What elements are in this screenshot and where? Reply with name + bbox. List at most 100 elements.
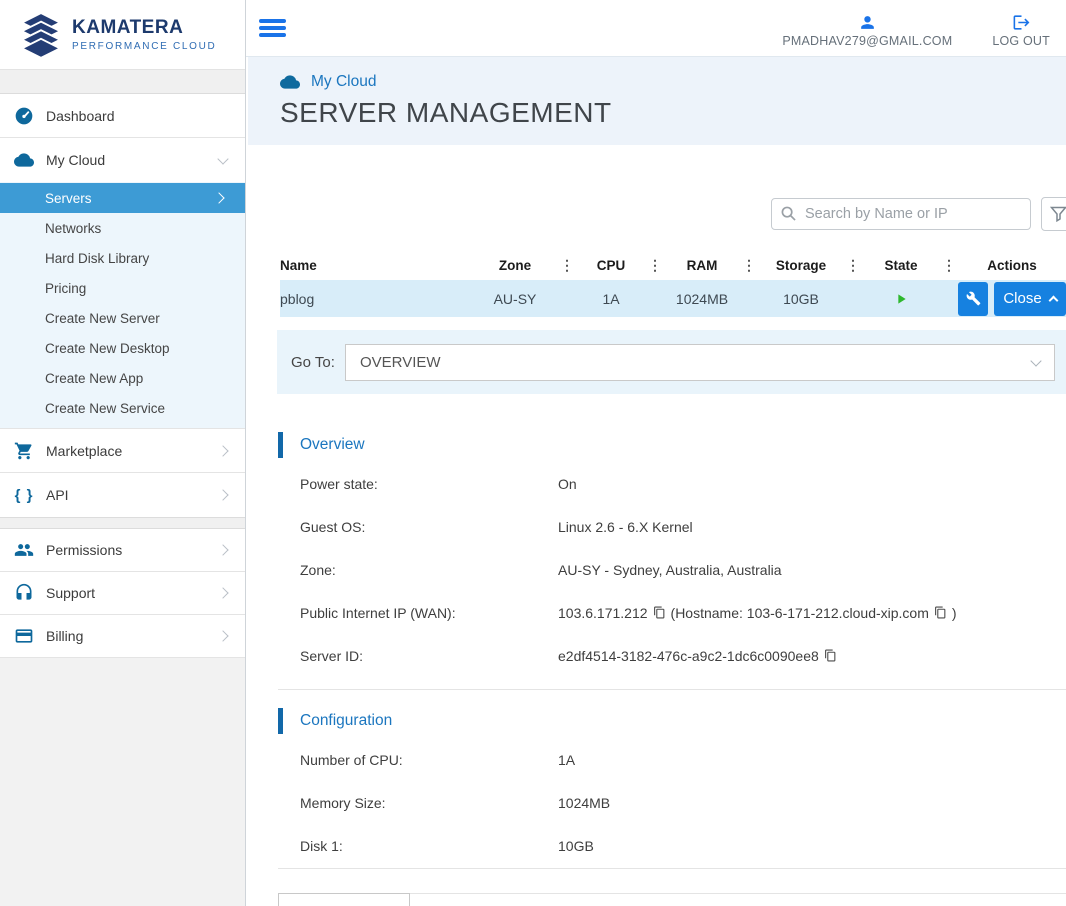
sidebar: KAMATERA PERFORMANCE CLOUD Dashboard My … — [0, 0, 246, 906]
configuration-row: Disk 1: 10GB — [300, 837, 594, 854]
storage-column-menu-icon[interactable]: ⋮ — [846, 258, 860, 272]
copy-hostname-icon[interactable] — [934, 606, 947, 619]
filter-button[interactable] — [1041, 197, 1066, 231]
user-account-button[interactable]: PMADHAV279@GMAIL.COM — [782, 8, 952, 48]
close-details-button[interactable]: Close — [994, 281, 1066, 316]
overview-row: Server ID: e2df4514-3182-476c-a9c2-1dc6c… — [278, 634, 1066, 677]
sidebar-item-support[interactable]: Support — [0, 572, 245, 615]
zone-column-menu-icon[interactable]: ⋮ — [560, 258, 574, 272]
memory-size-value: 1024MB — [558, 794, 611, 811]
dashboard-gauge-icon — [12, 106, 36, 126]
section-divider — [278, 689, 1066, 690]
chevron-right-icon — [217, 587, 229, 599]
chevron-down-icon — [217, 152, 229, 165]
kamatera-logo[interactable]: KAMATERA PERFORMANCE CLOUD — [0, 0, 245, 70]
overview-row: Zone: AU-SY - Sydney, Australia, Austral… — [300, 561, 782, 578]
sidebar-divider-strip — [0, 517, 245, 529]
wrench-icon — [966, 291, 980, 306]
column-header-ram: RAM — [686, 257, 718, 273]
state-running-play-icon — [860, 290, 942, 307]
kamatera-logo-icon — [20, 11, 62, 58]
server-table-header: Name Zone ⋮ CPU ⋮ RAM ⋮ Storage ⋮ State … — [280, 250, 1066, 280]
sidebar-item-label: Billing — [46, 628, 84, 644]
brand-title: KAMATERA — [72, 17, 184, 38]
sidebar-item-marketplace[interactable]: Marketplace — [0, 429, 245, 473]
chevron-up-icon — [1048, 295, 1059, 305]
goto-label: Go To: — [291, 353, 335, 371]
server-table-row[interactable]: pblog AU-SY 1A 1024MB 10GB Close — [280, 280, 1066, 317]
submenu-item-create-new-app[interactable]: Create New App — [0, 363, 245, 393]
chevron-down-icon — [1030, 354, 1042, 367]
configuration-section: Configuration Number of CPU: 1A Memory S… — [278, 708, 1066, 867]
brand-subtitle: PERFORMANCE CLOUD — [72, 41, 217, 52]
submenu-item-create-new-service[interactable]: Create New Service — [0, 393, 245, 423]
goto-bar: Go To: OVERVIEW — [277, 330, 1066, 394]
topbar: PMADHAV279@GMAIL.COM LOG OUT — [246, 0, 1066, 57]
power-state-value: On — [558, 475, 577, 492]
menu-hamburger-icon[interactable] — [259, 19, 286, 37]
logout-label: LOG OUT — [992, 34, 1050, 48]
search-input[interactable] — [771, 198, 1031, 230]
cpu-column-menu-icon[interactable]: ⋮ — [648, 258, 662, 272]
people-group-icon — [12, 540, 36, 560]
disk-1-value: 10GB — [558, 837, 594, 854]
ram-column-menu-icon[interactable]: ⋮ — [742, 258, 756, 272]
public-ip-value: 103.6.171.212 — [558, 604, 648, 621]
configuration-row: Number of CPU: 1A — [300, 751, 576, 768]
server-cpu: 1A — [602, 290, 620, 307]
sidebar-item-label: Permissions — [46, 542, 123, 558]
user-icon — [861, 16, 874, 29]
manage-server-button[interactable] — [958, 281, 988, 316]
headset-icon — [12, 583, 36, 603]
cloud-icon — [12, 150, 36, 170]
copy-server-id-icon[interactable] — [824, 649, 837, 662]
sidebar-item-permissions[interactable]: Permissions — [0, 529, 245, 572]
next-section-partial-box — [278, 893, 410, 906]
sidebar-item-label: API — [46, 487, 69, 503]
logout-button[interactable]: LOG OUT — [992, 8, 1050, 48]
chevron-right-icon — [213, 192, 225, 204]
configuration-row: Memory Size: 1024MB — [300, 794, 611, 811]
copy-ip-icon[interactable] — [653, 606, 666, 619]
filter-funnel-icon — [1049, 206, 1066, 222]
server-name: pblog — [280, 290, 315, 307]
user-email: PMADHAV279@GMAIL.COM — [782, 34, 953, 48]
configuration-section-title: Configuration — [300, 712, 393, 729]
breadcrumb[interactable]: My Cloud — [280, 72, 1066, 92]
sidebar-divider-strip — [0, 70, 245, 94]
overview-row: Power state: On — [300, 475, 577, 492]
logout-icon — [1013, 15, 1030, 30]
server-zone: AU-SY — [493, 290, 537, 307]
sidebar-item-api[interactable]: { } API — [0, 473, 245, 517]
page-header: My Cloud SERVER MANAGEMENT — [248, 57, 1066, 145]
chevron-right-icon — [217, 630, 229, 642]
sidebar-item-billing[interactable]: Billing — [0, 615, 245, 658]
submenu-item-pricing[interactable]: Pricing — [0, 273, 245, 303]
state-column-menu-icon[interactable]: ⋮ — [942, 258, 956, 272]
sidebar-item-dashboard[interactable]: Dashboard — [0, 94, 245, 138]
sidebar-footer-area — [0, 658, 245, 906]
goto-select[interactable]: OVERVIEW — [345, 343, 1055, 381]
chevron-right-icon — [217, 544, 229, 556]
sidebar-item-label: Marketplace — [46, 442, 123, 459]
overview-row: Public Internet IP (WAN): 103.6.171.212 … — [300, 604, 957, 621]
chevron-right-icon — [217, 489, 229, 501]
hostname-value: (Hostname: 103-6-171-212.cloud-xip.com — [670, 604, 929, 621]
goto-selected-value: OVERVIEW — [360, 353, 441, 371]
overview-section-title: Overview — [300, 436, 365, 453]
overview-section: Overview Power state: On Guest OS: Linux… — [278, 432, 1066, 677]
submenu-item-servers[interactable]: Servers — [0, 183, 245, 213]
chevron-right-icon — [217, 444, 229, 457]
column-header-name: Name — [280, 257, 317, 273]
submenu-item-hard-disk-library[interactable]: Hard Disk Library — [0, 243, 245, 273]
submenu-item-networks[interactable]: Networks — [0, 213, 245, 243]
my-cloud-submenu: Servers Networks Hard Disk Library Prici… — [0, 182, 245, 429]
sidebar-item-my-cloud[interactable]: My Cloud — [0, 138, 245, 182]
section-accent-bar — [278, 708, 283, 734]
submenu-item-create-new-desktop[interactable]: Create New Desktop — [0, 333, 245, 363]
sidebar-item-label: Dashboard — [46, 107, 115, 124]
breadcrumb-label[interactable]: My Cloud — [311, 73, 376, 91]
cloud-icon — [280, 75, 300, 89]
column-header-storage: Storage — [775, 257, 827, 273]
submenu-item-create-new-server[interactable]: Create New Server — [0, 303, 245, 333]
